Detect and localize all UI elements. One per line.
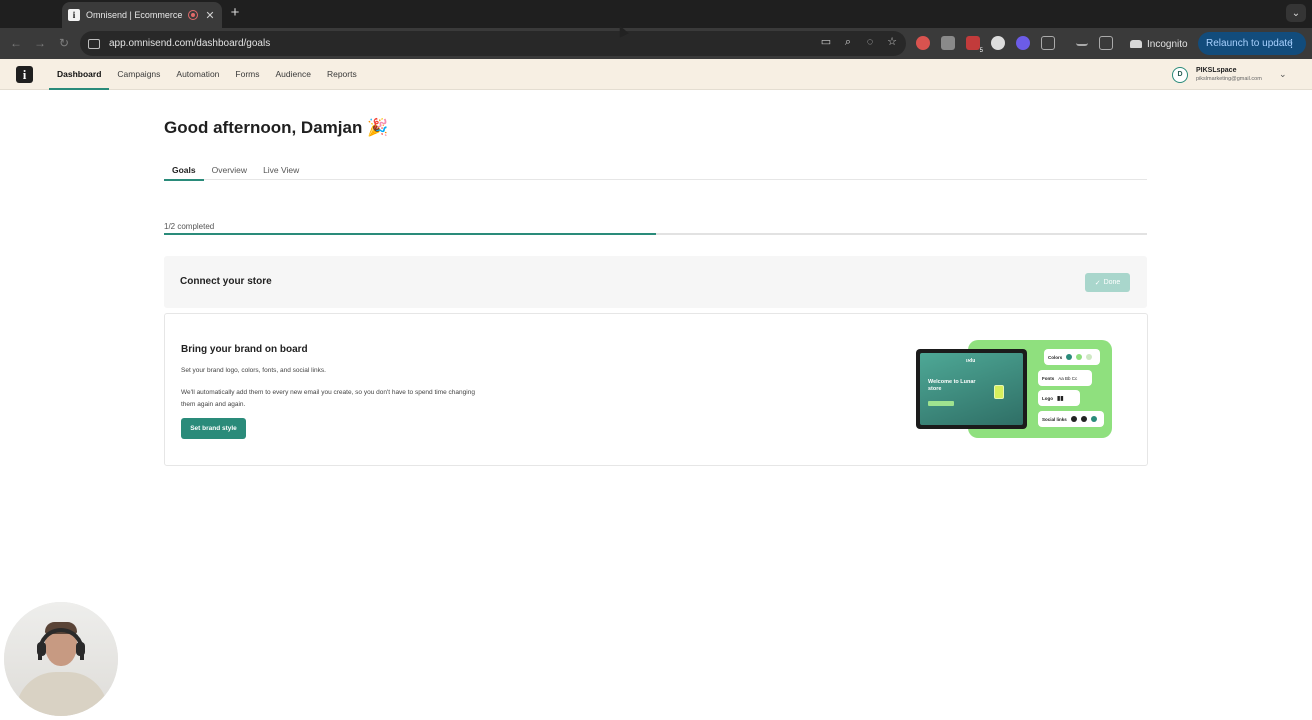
nav-campaigns[interactable]: Campaigns [109, 59, 168, 90]
site-settings-icon[interactable] [88, 38, 100, 49]
new-tab-button[interactable]: + [228, 5, 242, 21]
extension-gear-icon[interactable] [1016, 36, 1030, 50]
colors-pill: Colors [1044, 349, 1100, 365]
logo-pill: Logo ▮▮ [1038, 390, 1080, 406]
browser-tab[interactable]: i Omnisend | Ecommerce M ✕ [62, 2, 222, 28]
address-bar[interactable]: app.omnisend.com/dashboard/goals ▭ ⌕ ◌ ☆ [80, 31, 906, 56]
color-swatch [1086, 354, 1093, 360]
side-panel-icon[interactable] [1099, 36, 1113, 50]
goal-title: Connect your store [180, 276, 272, 287]
tablet-title: Welcome to Lunar store [928, 379, 976, 392]
brand-style-illustration: אוlu Welcome to Lunar store Colors Fonts… [916, 340, 1112, 440]
goal-card-connect-store[interactable]: Connect your store ✓ Done [164, 256, 1147, 308]
zoom-icon[interactable]: ⌕ [842, 36, 854, 48]
eye-off-icon[interactable]: ◌ [864, 36, 876, 48]
product-bottle-icon [994, 385, 1004, 399]
app-header: i Dashboard Campaigns Automation Forms A… [0, 59, 1312, 90]
brand-logo-icon: ▮▮ [1057, 395, 1064, 402]
progress-fill [164, 233, 656, 235]
font-sample: Aa Bb Cc [1058, 375, 1078, 381]
set-brand-style-button[interactable]: Set brand style [181, 418, 246, 439]
social-icon [1090, 416, 1097, 422]
bookmark-star-icon[interactable]: ☆ [886, 36, 898, 48]
account-menu[interactable]: D PIKSLspace pikslmarketing@gmail.com [1172, 66, 1262, 83]
back-icon[interactable]: ← [9, 36, 23, 50]
done-label: Done [1103, 279, 1121, 286]
pill-label: Social links [1042, 416, 1067, 422]
browser-tab-strip: i Omnisend | Ecommerce M ✕ + ⌄ [0, 0, 1312, 28]
tablet-brand-logo: אוlu [966, 358, 976, 364]
color-swatch [1076, 354, 1083, 360]
page-title: Good afternoon, Damjan 🎉 [164, 118, 389, 137]
tab-search-button[interactable]: ⌄ [1286, 4, 1306, 22]
done-button: ✓ Done [1085, 273, 1130, 292]
goal-description: We'll automatically add them to every ne… [181, 389, 475, 408]
forward-icon[interactable]: → [33, 36, 47, 50]
social-icon [1070, 416, 1077, 422]
main-nav: Dashboard Campaigns Automation Forms Aud… [49, 59, 365, 90]
omnisend-logo-icon[interactable]: i [16, 66, 33, 83]
url-text[interactable]: app.omnisend.com/dashboard/goals [109, 38, 270, 49]
browser-toolbar: ← → ↻ app.omnisend.com/dashboard/goals ▭… [0, 28, 1312, 59]
fonts-pill: Fonts Aa Bb Cc [1038, 370, 1092, 386]
incognito-label: Incognito [1147, 38, 1188, 50]
incognito-icon [1130, 40, 1142, 48]
recording-icon [188, 10, 198, 20]
webcam-overlay [4, 602, 118, 716]
extension-badge-icon[interactable]: 5 [966, 36, 983, 54]
pill-label: Logo [1042, 395, 1053, 401]
nav-audience[interactable]: Audience [268, 59, 319, 90]
color-swatch [1066, 354, 1073, 360]
incognito-indicator[interactable]: Incognito [1124, 34, 1194, 54]
pill-label: Fonts [1042, 375, 1055, 381]
social-icon [1080, 416, 1087, 422]
tab-title: Omnisend | Ecommerce M [86, 10, 182, 20]
goal-title: Bring your brand on board [181, 344, 308, 355]
nav-automation[interactable]: Automation [168, 59, 227, 90]
goal-card-brand: Bring your brand on board Set your brand… [164, 313, 1148, 466]
pill-label: Colors [1048, 354, 1063, 360]
nav-reports[interactable]: Reports [319, 59, 365, 90]
chevron-down-icon[interactable]: ⌄ [1279, 69, 1287, 80]
reload-icon[interactable]: ↻ [57, 36, 71, 50]
social-links-pill: Social links [1038, 411, 1104, 427]
tablet-cta [928, 401, 954, 406]
avatar: D [1172, 66, 1188, 83]
nav-forms[interactable]: Forms [227, 59, 267, 90]
check-icon: ✓ [1094, 279, 1101, 287]
omnisend-favicon-icon: i [68, 9, 80, 21]
tab-goals[interactable]: Goals [164, 160, 204, 181]
close-tab-icon[interactable]: ✕ [204, 9, 216, 22]
extension-record-icon[interactable] [916, 36, 930, 50]
progress-label: 1/2 completed [164, 222, 215, 231]
extensions-puzzle-icon[interactable] [1041, 36, 1055, 50]
nav-dashboard[interactable]: Dashboard [49, 59, 110, 90]
account-name: PIKSLspace [1196, 67, 1237, 74]
extension-cloud-icon[interactable] [991, 36, 1005, 50]
tab-overview[interactable]: Overview [204, 160, 255, 180]
relaunch-button[interactable]: Relaunch to update ⋮ [1198, 32, 1306, 55]
tab-live-view[interactable]: Live View [255, 160, 307, 180]
relaunch-label: Relaunch to update [1206, 38, 1293, 49]
progress-bar [164, 233, 1147, 235]
camera-icon[interactable]: ▭ [820, 36, 832, 48]
account-email: pikslmarketing@gmail.com [1196, 76, 1262, 82]
goal-description: Set your brand logo, colors, fonts, and … [181, 367, 326, 374]
tablet-mockup: אוlu Welcome to Lunar store [916, 349, 1027, 429]
extension-dev-icon[interactable] [941, 36, 955, 50]
browser-menu-icon[interactable]: ⋮ [1286, 37, 1297, 50]
dashboard-tabs: Goals Overview Live View [164, 160, 1147, 181]
downloads-icon[interactable] [1076, 36, 1088, 46]
